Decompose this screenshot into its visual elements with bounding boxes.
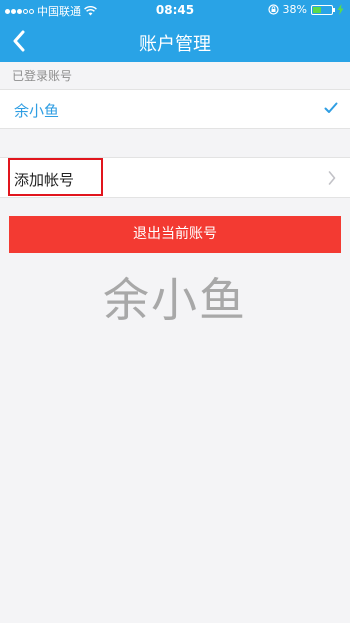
- battery-percent: 38%: [282, 3, 307, 16]
- page-title: 账户管理: [139, 34, 211, 55]
- logged-in-section-label: 已登录账号: [12, 69, 73, 83]
- account-name: 余小鱼: [14, 102, 60, 120]
- logout-button[interactable]: 退出当前账号: [9, 216, 341, 253]
- battery-fill: [313, 6, 321, 13]
- status-bar: 中国联通 08:45 38%: [0, 0, 350, 20]
- checkmark-icon: [324, 102, 338, 113]
- chevron-right-icon: [328, 171, 336, 185]
- watermark-text: 余小鱼: [103, 273, 247, 327]
- rotation-lock-icon: [267, 4, 279, 15]
- status-right: 38%: [267, 3, 344, 16]
- battery-icon: [311, 4, 335, 15]
- account-row[interactable]: 余小鱼: [0, 89, 350, 129]
- highlight-box: [8, 158, 103, 196]
- charging-icon: [337, 4, 344, 15]
- nav-bar: 账户管理: [0, 20, 350, 62]
